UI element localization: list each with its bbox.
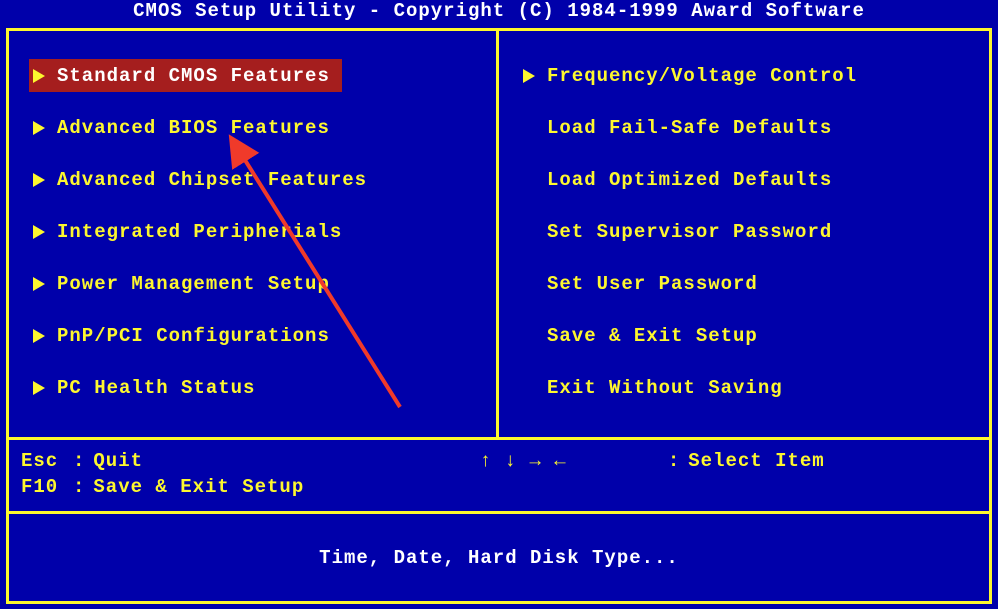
- menu-label: Load Fail-Safe Defaults: [547, 117, 832, 139]
- submenu-arrow-icon: [33, 277, 45, 291]
- menu-label: Advanced BIOS Features: [57, 117, 330, 139]
- title-text: CMOS Setup Utility - Copyright (C) 1984-…: [133, 0, 865, 22]
- menu-column-right: Frequency/Voltage Control Load Fail-Safe…: [499, 31, 989, 437]
- menu-advanced-chipset-features[interactable]: Advanced Chipset Features: [29, 163, 488, 196]
- menu-label: Save & Exit Setup: [547, 325, 758, 347]
- help-bar: Esc : Quit F10 : Save & Exit Setup ↑ ↓ →…: [6, 440, 992, 514]
- arrow-keys-icon: ↑ ↓ → ←: [480, 450, 660, 501]
- menu-load-fail-safe-defaults[interactable]: Load Fail-Safe Defaults: [519, 111, 981, 144]
- menu-label: Frequency/Voltage Control: [547, 65, 857, 87]
- menu-column-left: Standard CMOS Features Advanced BIOS Fea…: [9, 31, 499, 437]
- menu-label: PC Health Status: [57, 377, 255, 399]
- menu-label: Standard CMOS Features: [57, 65, 330, 87]
- esc-key-label: Esc: [21, 450, 65, 472]
- menu-set-supervisor-password[interactable]: Set Supervisor Password: [519, 215, 981, 248]
- submenu-arrow-icon: [33, 121, 45, 135]
- hint-bar: Time, Date, Hard Disk Type...: [6, 514, 992, 604]
- submenu-arrow-icon: [523, 69, 535, 83]
- menu-label: Power Management Setup: [57, 273, 330, 295]
- save-exit-label: Save & Exit Setup: [93, 476, 304, 498]
- menu-load-optimized-defaults[interactable]: Load Optimized Defaults: [519, 163, 981, 196]
- submenu-arrow-icon: [33, 225, 45, 239]
- help-right: ↑ ↓ → ← : Select Item: [480, 450, 977, 501]
- menu-integrated-peripherals[interactable]: Integrated Peripherials: [29, 215, 488, 248]
- menu-label: Exit Without Saving: [547, 377, 783, 399]
- menu-label: Advanced Chipset Features: [57, 169, 367, 191]
- help-save-exit: F10 : Save & Exit Setup: [21, 476, 480, 498]
- menu-label: Set User Password: [547, 273, 758, 295]
- submenu-arrow-icon: [33, 173, 45, 187]
- menu-exit-without-saving[interactable]: Exit Without Saving: [519, 371, 981, 404]
- select-item-label: Select Item: [688, 450, 824, 501]
- colon: :: [668, 450, 680, 501]
- menu-frequency-voltage-control[interactable]: Frequency/Voltage Control: [519, 59, 981, 92]
- menu-label: Load Optimized Defaults: [547, 169, 832, 191]
- f10-key-label: F10: [21, 476, 65, 498]
- menu-power-management-setup[interactable]: Power Management Setup: [29, 267, 488, 300]
- menu-advanced-bios-features[interactable]: Advanced BIOS Features: [29, 111, 488, 144]
- main-menu-frame: Standard CMOS Features Advanced BIOS Fea…: [6, 28, 992, 440]
- quit-label: Quit: [93, 450, 143, 472]
- menu-label: Integrated Peripherials: [57, 221, 342, 243]
- menu-pnp-pci-configurations[interactable]: PnP/PCI Configurations: [29, 319, 488, 352]
- menu-label: Set Supervisor Password: [547, 221, 832, 243]
- colon: :: [73, 450, 85, 472]
- hint-text: Time, Date, Hard Disk Type...: [319, 547, 679, 569]
- menu-label: PnP/PCI Configurations: [57, 325, 330, 347]
- help-left: Esc : Quit F10 : Save & Exit Setup: [21, 450, 480, 501]
- menu-save-and-exit-setup[interactable]: Save & Exit Setup: [519, 319, 981, 352]
- submenu-arrow-icon: [33, 381, 45, 395]
- colon: :: [73, 476, 85, 498]
- menu-standard-cmos-features[interactable]: Standard CMOS Features: [29, 59, 342, 92]
- submenu-arrow-icon: [33, 69, 45, 83]
- title-bar: CMOS Setup Utility - Copyright (C) 1984-…: [0, 0, 998, 28]
- help-quit: Esc : Quit: [21, 450, 480, 472]
- menu-set-user-password[interactable]: Set User Password: [519, 267, 981, 300]
- menu-pc-health-status[interactable]: PC Health Status: [29, 371, 488, 404]
- submenu-arrow-icon: [33, 329, 45, 343]
